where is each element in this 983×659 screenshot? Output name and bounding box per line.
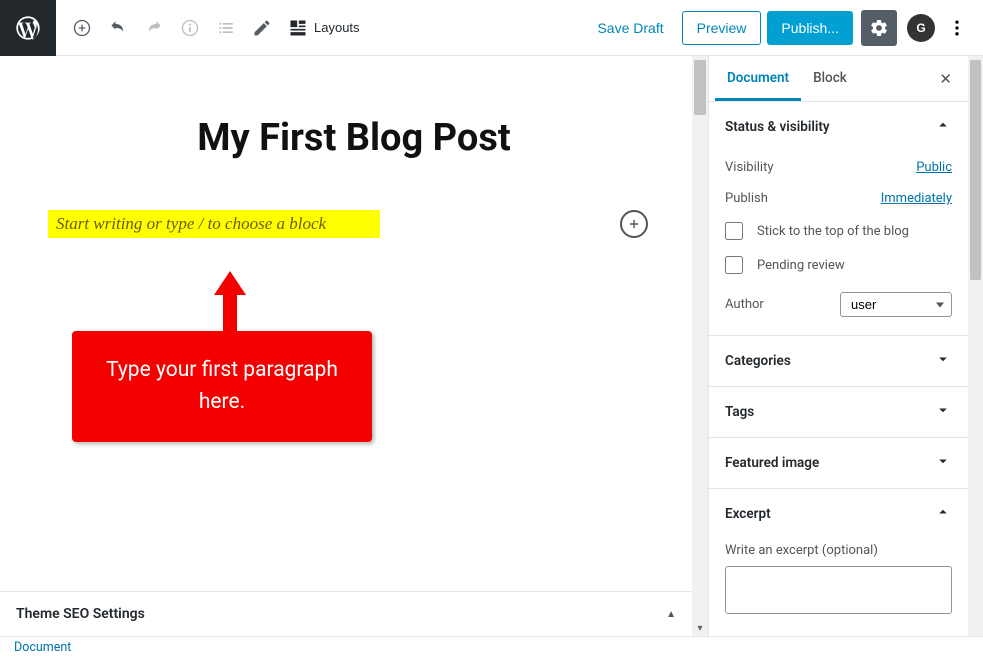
gravatar-button[interactable]: G [907,14,935,42]
featured-image-label: Featured image [725,455,819,471]
tags-header[interactable]: Tags [709,387,968,437]
annotation-callout: Type your first paragraph here. [72,331,372,442]
breadcrumb-document: Document [14,640,71,655]
block-placeholder[interactable]: Start writing or type / to choose a bloc… [48,210,380,238]
sticky-checkbox-row[interactable]: Stick to the top of the blog [725,214,952,248]
author-select[interactable]: user [840,292,952,317]
add-block-inline-button[interactable] [620,210,648,238]
tab-document[interactable]: Document [715,56,801,101]
top-toolbar: Layouts Save Draft Preview Publish... G [0,0,983,56]
redo-button[interactable] [136,10,172,46]
seo-settings-panel[interactable]: Theme SEO Settings ▲ [0,591,692,636]
editor-scrollbar[interactable]: ▴ ▾ [692,56,708,636]
publish-value-link[interactable]: Immediately [881,191,952,206]
chevron-up-icon [934,503,952,525]
status-visibility-label: Status & visibility [725,119,830,135]
sticky-label: Stick to the top of the blog [757,224,909,239]
pending-checkbox[interactable] [725,256,743,274]
excerpt-label: Excerpt [725,506,771,522]
outline-button[interactable] [208,10,244,46]
publish-button[interactable]: Publish... [767,11,853,45]
info-button[interactable] [172,10,208,46]
sticky-checkbox[interactable] [725,222,743,240]
visibility-value-link[interactable]: Public [916,160,952,175]
svg-text:G: G [916,21,925,35]
edit-button[interactable] [244,10,280,46]
pending-label: Pending review [757,258,845,273]
seo-settings-title: Theme SEO Settings [16,606,145,622]
preview-button[interactable]: Preview [682,11,762,45]
categories-label: Categories [725,353,791,369]
settings-button[interactable] [861,10,897,46]
collapse-up-icon: ▲ [666,609,676,620]
sidebar-tabs: Document Block ✕ [709,56,968,102]
excerpt-hint: Write an excerpt (optional) [725,539,952,566]
chevron-up-icon [934,116,952,138]
layouts-button[interactable]: Layouts [280,10,368,46]
chevron-down-icon [934,350,952,372]
more-menu-button[interactable] [939,10,975,46]
undo-button[interactable] [100,10,136,46]
wordpress-logo[interactable] [0,0,56,56]
settings-sidebar: Document Block ✕ Status & visibility Vis… [708,56,983,636]
status-visibility-header[interactable]: Status & visibility [709,102,968,152]
editor-area: My First Blog Post Start writing or type… [0,56,708,636]
save-draft-button[interactable]: Save Draft [585,12,675,44]
sidebar-scrollbar[interactable] [968,56,983,636]
footer-breadcrumb[interactable]: Document [0,636,983,659]
post-title[interactable]: My First Blog Post [30,116,678,160]
pending-checkbox-row[interactable]: Pending review [725,248,952,282]
featured-image-header[interactable]: Featured image [709,438,968,488]
excerpt-textarea[interactable] [725,566,952,614]
close-sidebar-button[interactable]: ✕ [929,62,962,96]
author-label: Author [725,297,764,312]
tags-label: Tags [725,404,754,420]
categories-header[interactable]: Categories [709,336,968,386]
add-block-button[interactable] [64,10,100,46]
layouts-label: Layouts [314,20,360,35]
chevron-down-icon [934,452,952,474]
visibility-label: Visibility [725,160,774,175]
tab-block[interactable]: Block [801,56,859,101]
publish-label: Publish [725,191,768,206]
chevron-down-icon [934,401,952,423]
excerpt-header[interactable]: Excerpt [709,489,968,539]
